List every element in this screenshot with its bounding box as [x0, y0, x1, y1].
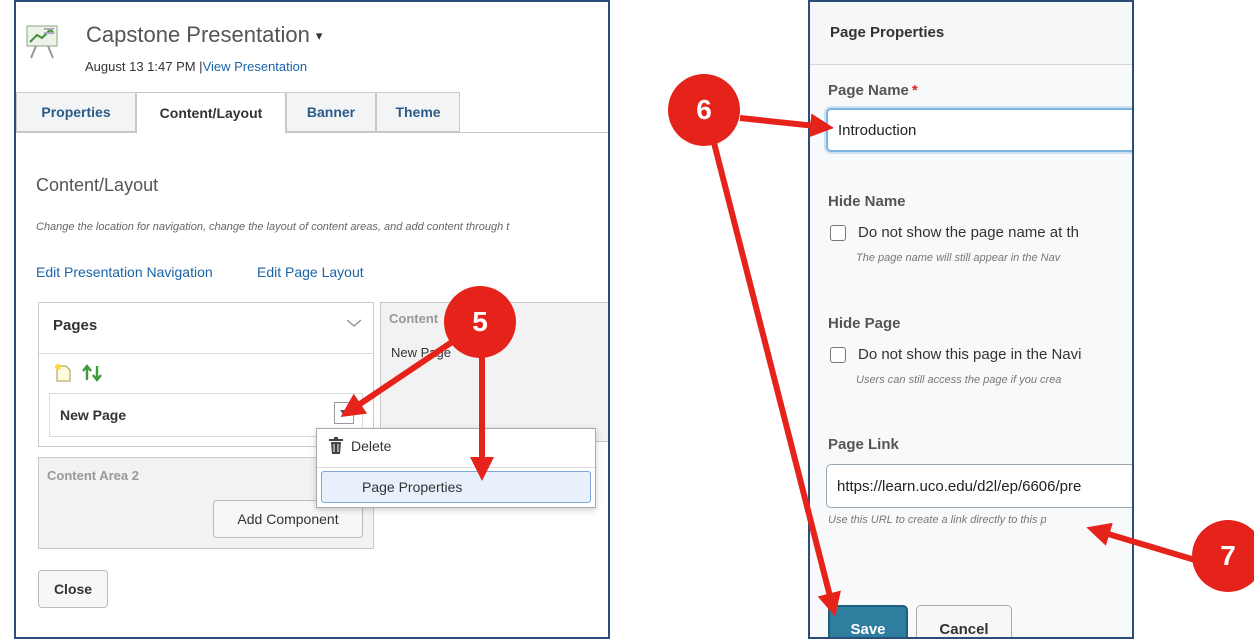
page-name-label-text: Page Name	[828, 82, 909, 99]
presentation-icon	[26, 25, 58, 59]
required-asterisk: *	[911, 82, 918, 99]
content-area-page: New Page	[391, 345, 451, 360]
content-area-label: Content	[389, 311, 439, 326]
presentation-title[interactable]: Capstone Presentation ▾	[86, 22, 322, 48]
editor-tabs: Properties Content/Layout Banner Theme	[16, 92, 608, 134]
hide-page-help: Users can still access the page if you c…	[856, 374, 1062, 386]
new-page-icon[interactable]	[53, 363, 75, 383]
close-button[interactable]: Close	[38, 570, 108, 608]
step-7-badge: 7	[1192, 520, 1254, 592]
hide-name-label: Hide Name	[828, 193, 906, 210]
caret-down-icon	[340, 410, 348, 416]
page-actions-dropdown[interactable]	[334, 402, 354, 424]
cancel-button[interactable]: Cancel	[916, 605, 1012, 637]
chevron-down-icon: ▾	[315, 28, 323, 44]
hide-page-option-label: Do not show this page in the Navi	[858, 346, 1082, 363]
menu-item-delete-label: Delete	[351, 438, 392, 454]
page-name-label: Page Name *	[828, 82, 918, 99]
tab-properties[interactable]: Properties	[16, 92, 136, 132]
presentation-editor-panel: Capstone Presentation ▾ August 13 1:47 PM…	[14, 0, 610, 639]
menu-item-page-properties[interactable]: Page Properties	[321, 471, 591, 503]
section-description: Change the location for navigation, chan…	[36, 221, 510, 233]
menu-item-page-properties-label: Page Properties	[362, 479, 463, 495]
page-link-label: Page Link	[828, 436, 899, 453]
step-6-badge: 6	[668, 74, 740, 146]
page-properties-panel: Page Properties Page Name* Hide Name Do …	[808, 0, 1134, 639]
page-item-label: New Page	[60, 407, 127, 423]
content-area-2-label: Content Area 2	[47, 468, 139, 483]
hide-page-option[interactable]: Do not show this page in the Navi	[830, 346, 1081, 363]
hide-page-label: Hide Page	[828, 315, 901, 332]
hide-name-checkbox[interactable]	[830, 224, 846, 241]
edit-presentation-navigation-link[interactable]: Edit Presentation Navigation	[36, 264, 213, 280]
tab-banner[interactable]: Banner	[286, 92, 376, 132]
reorder-pages-icon[interactable]	[81, 363, 105, 383]
page-context-menu: Delete Page Properties	[316, 428, 596, 508]
edit-page-layout-link[interactable]: Edit Page Layout	[257, 264, 364, 280]
hide-page-checkbox[interactable]	[830, 346, 846, 363]
pages-header[interactable]: Pages	[39, 303, 373, 354]
hide-name-option[interactable]: Do not show the page name at th	[830, 224, 1079, 241]
page-properties-title: Page Properties	[830, 24, 945, 41]
hide-name-help: The page name will still appear in the N…	[856, 252, 1061, 264]
menu-divider	[317, 467, 595, 468]
hide-name-option-label: Do not show the page name at th	[858, 224, 1079, 241]
tab-content-layout[interactable]: Content/Layout	[136, 92, 286, 134]
page-link-help: Use this URL to create a link directly t…	[828, 514, 1047, 526]
presentation-subtitle: August 13 1:47 PM |View Presentation	[85, 59, 307, 74]
page-link-input[interactable]	[826, 464, 1132, 508]
section-title: Content/Layout	[36, 175, 159, 195]
step-5-badge: 5	[444, 286, 516, 358]
save-button[interactable]: Save	[828, 605, 908, 637]
view-presentation-link[interactable]: View Presentation	[203, 59, 308, 74]
pages-panel: Pages New Page	[38, 302, 374, 447]
tab-theme[interactable]: Theme	[376, 92, 460, 132]
trash-icon	[329, 437, 343, 454]
pages-toolbar	[53, 363, 105, 388]
chevron-down-icon[interactable]	[345, 317, 363, 329]
pages-header-label: Pages	[53, 317, 98, 334]
tab-divider	[16, 132, 608, 133]
menu-item-delete[interactable]: Delete	[321, 431, 591, 463]
page-name-input[interactable]	[826, 108, 1132, 152]
last-modified-date: August 13 1:47 PM |	[85, 59, 203, 74]
page-properties-header: Page Properties	[810, 2, 1132, 65]
presentation-title-text: Capstone Presentation	[86, 22, 310, 47]
